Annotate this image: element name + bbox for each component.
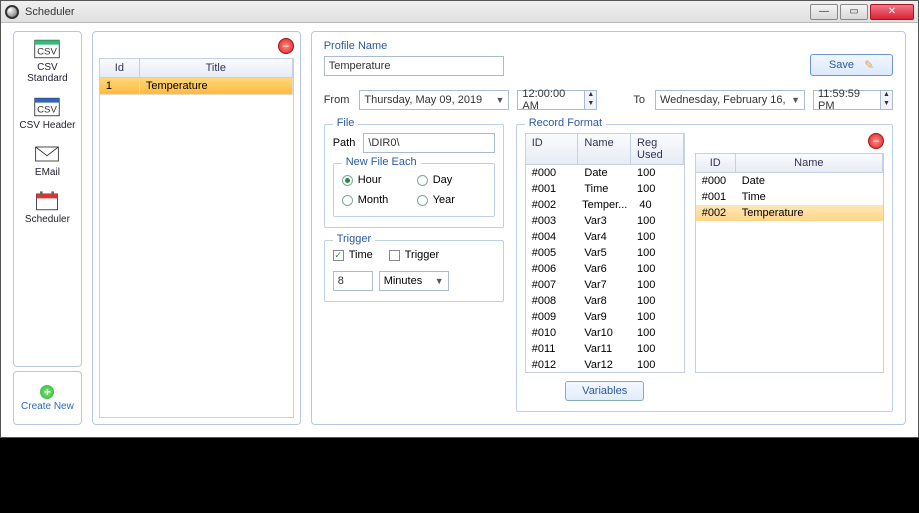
selected-row[interactable]: #000Date (696, 173, 883, 189)
remove-selected-button[interactable]: – (868, 133, 884, 149)
titlebar: Scheduler — ▭ ✕ (1, 1, 918, 23)
profile-name-input[interactable] (324, 56, 504, 76)
record-row[interactable]: #002Temper...40 (526, 197, 684, 213)
col-id[interactable]: Id (100, 59, 140, 77)
to-time-input[interactable]: 11:59:59 PM (813, 90, 881, 110)
to-time-spinner[interactable]: ▲▼ (881, 90, 893, 110)
to-label: To (633, 94, 645, 106)
record-row[interactable]: #009Var9100 (526, 309, 684, 325)
record-row[interactable]: #003Var3100 (526, 213, 684, 229)
profiles-grid[interactable]: Id Title 1 Temperature (99, 58, 294, 418)
calendar-icon (33, 190, 61, 212)
record-source-table[interactable]: ID Name Reg Used #000Date100#001Time100#… (525, 133, 685, 373)
window-title: Scheduler (25, 6, 810, 18)
profile-row[interactable]: 1 Temperature (100, 78, 293, 95)
from-time-input[interactable]: 12:00:00 AM (517, 90, 585, 110)
nav-scheduler[interactable]: Scheduler (25, 190, 70, 225)
app-icon (5, 5, 19, 19)
check-trigger[interactable]: Trigger (389, 249, 439, 261)
maximize-button[interactable]: ▭ (840, 4, 868, 20)
record-row[interactable]: #000Date100 (526, 165, 684, 181)
path-label: Path (333, 137, 356, 149)
editor-panel: Profile Name Save ✎ From Thursday, May 0… (311, 31, 906, 425)
svg-text:CSV: CSV (38, 46, 58, 57)
record-row[interactable]: #008Var8100 (526, 293, 684, 309)
profile-name-label: Profile Name (324, 40, 504, 52)
from-date-picker[interactable]: Thursday, May 09, 2019▼ (359, 90, 509, 110)
selected-row[interactable]: #001Time (696, 189, 883, 205)
record-format-group: Record Format ID Name Reg Used #000Date1… (516, 124, 893, 412)
record-selected-table[interactable]: ID Name #000Date#001Time#002Temperature (695, 153, 884, 373)
profiles-panel: – Id Title 1 Temperature (92, 31, 301, 425)
variables-button[interactable]: Variables (565, 381, 644, 401)
radio-hour[interactable]: Hour (342, 174, 411, 186)
radio-day[interactable]: Day (417, 174, 486, 186)
svg-text:CSV: CSV (38, 104, 58, 115)
save-button[interactable]: Save ✎ (810, 54, 893, 76)
record-row[interactable]: #010Var10100 (526, 325, 684, 341)
plus-icon: + (40, 385, 54, 399)
record-row[interactable]: #005Var5100 (526, 245, 684, 261)
minimize-button[interactable]: — (810, 4, 838, 20)
nav-csv-standard[interactable]: CSV CSV Standard (27, 38, 68, 84)
record-row[interactable]: #011Var11100 (526, 341, 684, 357)
chevron-down-icon: ▼ (435, 276, 444, 286)
check-time[interactable]: ✓Time (333, 249, 373, 261)
csv-icon: CSV (33, 38, 61, 60)
path-input[interactable] (363, 133, 494, 153)
record-row[interactable]: #001Time100 (526, 181, 684, 197)
chevron-down-icon: ▼ (495, 95, 504, 105)
to-date-picker[interactable]: Wednesday, February 16, 20▼ (655, 90, 805, 110)
col-title[interactable]: Title (140, 59, 293, 77)
from-label: From (324, 94, 350, 106)
radio-year[interactable]: Year (417, 194, 486, 206)
from-time-spinner[interactable]: ▲▼ (585, 90, 597, 110)
pencil-icon: ✎ (864, 58, 874, 72)
close-button[interactable]: ✕ (870, 4, 914, 20)
create-new-button[interactable]: + Create New (13, 371, 82, 425)
record-row[interactable]: #007Var7100 (526, 277, 684, 293)
trigger-group: Trigger ✓Time Trigger Minutes▼ (324, 240, 504, 302)
trigger-unit-select[interactable]: Minutes▼ (379, 271, 449, 291)
trigger-value-input[interactable] (333, 271, 373, 291)
chevron-down-icon: ▼ (791, 95, 800, 105)
app-window: Scheduler — ▭ ✕ CSV CSV Standard CSV CSV… (0, 0, 919, 438)
delete-profile-button[interactable]: – (278, 38, 294, 54)
selected-row[interactable]: #002Temperature (696, 205, 883, 221)
nav-panel: CSV CSV Standard CSV CSV Header EMail Sc… (13, 31, 82, 367)
nav-csv-header[interactable]: CSV CSV Header (19, 96, 75, 131)
csv-header-icon: CSV (33, 96, 61, 118)
record-row[interactable]: #004Var4100 (526, 229, 684, 245)
file-group: File Path New File Each Hour Day Month (324, 124, 504, 228)
radio-month[interactable]: Month (342, 194, 411, 206)
email-icon (33, 143, 61, 165)
record-row[interactable]: #012Var12100 (526, 357, 684, 372)
record-row[interactable]: #006Var6100 (526, 261, 684, 277)
nav-email[interactable]: EMail (33, 143, 61, 178)
